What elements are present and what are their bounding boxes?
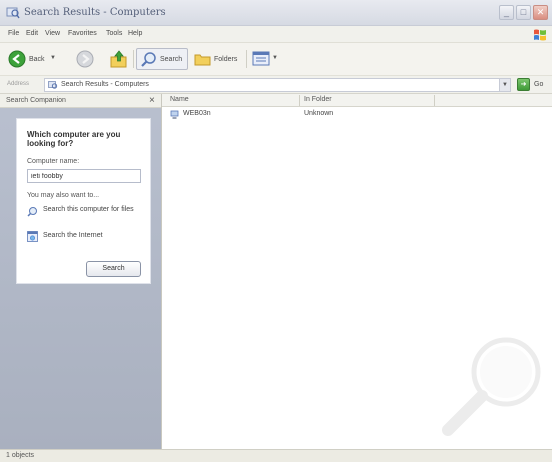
back-button[interactable]: Back ▼ — [6, 48, 56, 70]
standard-toolbar: Back ▼ Search Folders ▼ — [0, 43, 552, 76]
close-icon: ✕ — [536, 7, 545, 17]
menu-view[interactable]: View — [45, 30, 60, 37]
back-dropdown-icon[interactable]: ▼ — [50, 55, 56, 61]
search-card: Which computer are you looking for? Comp… — [16, 118, 151, 284]
title-bar[interactable]: Search Results - Computers _ □ ✕ — [0, 0, 552, 26]
search-computer-files-link[interactable]: Search this computer for files — [43, 206, 143, 214]
address-field[interactable]: Search Results - Computers ▼ — [44, 78, 511, 92]
go-label[interactable]: Go — [534, 81, 543, 88]
column-divider[interactable] — [299, 95, 300, 106]
column-header-in-folder[interactable]: In Folder — [304, 96, 332, 103]
search-label: Search — [160, 56, 183, 63]
minimize-button[interactable]: _ — [499, 5, 514, 20]
menu-tools[interactable]: Tools — [106, 30, 122, 37]
maximize-button[interactable]: □ — [516, 5, 531, 20]
go-button[interactable]: ➜ — [517, 78, 530, 91]
results-list[interactable]: Name In Folder WEB03n Unknown — [161, 94, 552, 449]
menu-bar: File Edit View Favorites Tools Help — [0, 26, 552, 43]
views-icon — [252, 51, 270, 66]
close-button[interactable]: ✕ — [533, 5, 548, 20]
pane-title: Search Companion — [6, 97, 66, 104]
address-dropdown-icon[interactable]: ▼ — [499, 79, 510, 91]
search-heading: Which computer are you looking for? — [27, 130, 121, 148]
folders-button[interactable]: Folders — [192, 48, 242, 70]
menu-file[interactable]: File — [8, 30, 19, 37]
status-bar: 1 objects — [0, 449, 552, 462]
forward-button[interactable] — [74, 48, 96, 70]
pane-close-icon[interactable]: × — [149, 95, 155, 106]
menu-favorites[interactable]: Favorites — [68, 30, 97, 37]
row-name: WEB03n — [183, 110, 211, 117]
menu-help[interactable]: Help — [128, 30, 142, 37]
column-divider[interactable] — [434, 95, 435, 106]
minimize-icon: _ — [503, 7, 509, 17]
go-arrow-icon: ➜ — [520, 81, 527, 88]
up-folder-icon — [110, 50, 127, 68]
maximize-icon: □ — [520, 7, 527, 17]
windows-logo-icon — [534, 29, 546, 41]
row-folder: Unknown — [304, 110, 334, 117]
computer-icon — [170, 110, 179, 119]
status-text: 1 objects — [6, 452, 35, 459]
search-files-icon[interactable] — [27, 206, 38, 217]
toolbar-separator — [246, 50, 247, 68]
pane-header: Search Companion × — [0, 94, 161, 108]
column-header-name[interactable]: Name — [170, 96, 189, 103]
up-folder-button[interactable] — [108, 48, 130, 70]
search-button[interactable]: Search — [136, 48, 188, 70]
back-label: Back — [29, 56, 45, 63]
also-want-label: You may also want to... — [27, 192, 100, 199]
address-label: Address — [7, 81, 30, 87]
search-results-icon — [48, 81, 58, 89]
back-arrow-icon — [8, 50, 26, 68]
column-headers: Name In Folder — [162, 94, 552, 107]
views-dropdown-icon[interactable]: ▼ — [272, 55, 278, 61]
address-bar: Address Search Results - Computers ▼ ➜ G… — [0, 76, 552, 94]
search-window-icon — [6, 7, 20, 19]
search-companion-pane: Search Companion × Which computer are yo… — [0, 94, 161, 449]
forward-arrow-icon — [76, 50, 94, 68]
table-row[interactable]: WEB03n Unknown — [162, 109, 552, 121]
explorer-window: Search Results - Computers _ □ ✕ File Ed… — [0, 0, 552, 462]
toolbar-separator — [133, 50, 134, 68]
magnifier-icon — [141, 52, 156, 67]
internet-icon[interactable] — [27, 231, 38, 242]
computer-name-input[interactable] — [27, 169, 141, 183]
window-title: Search Results - Computers — [24, 7, 166, 18]
magnifier-watermark-icon — [442, 337, 541, 436]
address-value: Search Results - Computers — [61, 81, 149, 88]
search-submit-button[interactable]: Search — [86, 261, 141, 277]
views-button[interactable]: ▼ — [250, 48, 280, 70]
folders-label: Folders — [214, 56, 238, 63]
menu-edit[interactable]: Edit — [26, 30, 38, 37]
computer-name-label: Computer name: — [27, 158, 80, 165]
folders-icon — [194, 54, 211, 66]
search-internet-link[interactable]: Search the Internet — [43, 232, 143, 240]
